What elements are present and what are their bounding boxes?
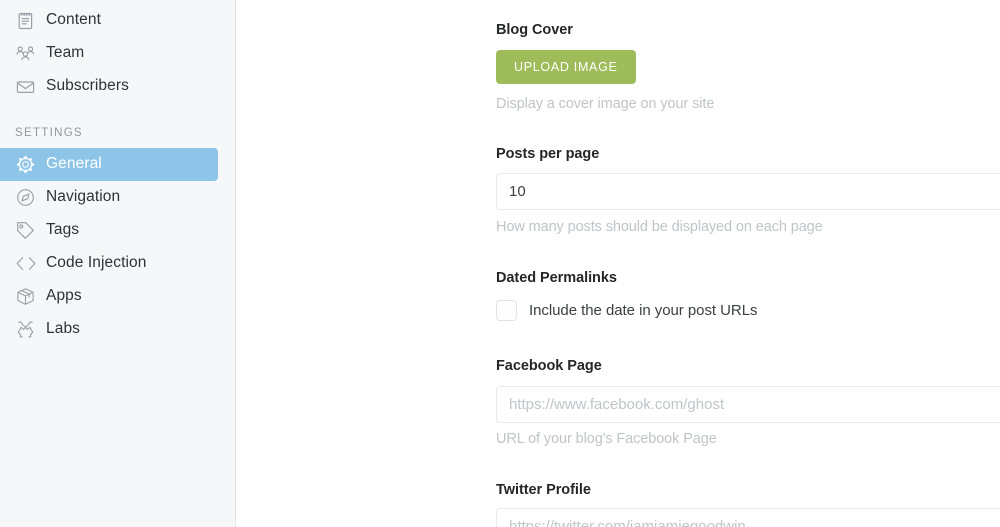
blog-cover-label: Blog Cover bbox=[496, 22, 573, 38]
sidebar-item-label: General bbox=[46, 155, 102, 173]
sidebar-settings-nav: General Navigation Tags Code Injection A… bbox=[0, 148, 235, 346]
posts-per-page-help: How many posts should be displayed on ea… bbox=[496, 219, 823, 235]
sidebar-item-code-injection[interactable]: Code Injection bbox=[0, 247, 218, 280]
twitter-profile-input[interactable] bbox=[496, 508, 1000, 527]
gear-icon bbox=[15, 154, 36, 175]
sidebar-item-label: Navigation bbox=[46, 188, 121, 206]
sidebar-item-tags[interactable]: Tags bbox=[0, 214, 218, 247]
facebook-page-input[interactable] bbox=[496, 386, 1000, 423]
dated-permalinks-checkbox[interactable] bbox=[496, 300, 517, 321]
settings-page: Content Team Subscribers SETTINGS Genera… bbox=[0, 0, 1000, 527]
sidebar-item-apps[interactable]: Apps bbox=[0, 280, 218, 313]
sidebar-item-label: Code Injection bbox=[46, 254, 147, 272]
sidebar-primary-nav: Content Team Subscribers bbox=[0, 4, 235, 103]
sidebar-section-title: SETTINGS bbox=[15, 127, 83, 139]
upload-image-button[interactable]: UPLOAD IMAGE bbox=[496, 50, 636, 84]
sidebar-item-team[interactable]: Team bbox=[0, 37, 218, 70]
compass-icon bbox=[15, 187, 36, 208]
sidebar-item-label: Tags bbox=[46, 221, 80, 239]
settings-content: Blog Cover UPLOAD IMAGE Display a cover … bbox=[236, 0, 1000, 527]
subscribers-icon bbox=[15, 76, 36, 97]
sidebar-item-content[interactable]: Content bbox=[0, 4, 218, 37]
sidebar-item-navigation[interactable]: Navigation bbox=[0, 181, 218, 214]
sidebar-item-labs[interactable]: Labs bbox=[0, 313, 218, 346]
dated-permalinks-checkbox-label: Include the date in your post URLs bbox=[529, 302, 758, 319]
blog-cover-help: Display a cover image on your site bbox=[496, 96, 715, 112]
content-icon bbox=[15, 10, 36, 31]
team-icon bbox=[15, 43, 36, 64]
sidebar: Content Team Subscribers SETTINGS Genera… bbox=[0, 0, 236, 527]
tag-icon bbox=[15, 220, 36, 241]
facebook-page-help: URL of your blog's Facebook Page bbox=[496, 431, 717, 447]
posts-per-page-input-wrap: ▲ ▼ bbox=[496, 173, 1000, 210]
facebook-page-label: Facebook Page bbox=[496, 358, 602, 374]
posts-per-page-input[interactable] bbox=[496, 173, 1000, 210]
sidebar-item-subscribers[interactable]: Subscribers bbox=[0, 70, 218, 103]
sidebar-item-label: Labs bbox=[46, 320, 81, 338]
sidebar-item-label: Content bbox=[46, 11, 101, 29]
posts-per-page-label: Posts per page bbox=[496, 146, 600, 162]
twitter-profile-label: Twitter Profile bbox=[496, 482, 591, 498]
box-icon bbox=[15, 286, 36, 307]
sidebar-item-label: Team bbox=[46, 44, 85, 62]
dated-permalinks-label: Dated Permalinks bbox=[496, 270, 617, 286]
sidebar-item-label: Apps bbox=[46, 287, 82, 305]
tools-icon bbox=[15, 319, 36, 340]
sidebar-item-general[interactable]: General bbox=[0, 148, 218, 181]
sidebar-item-label: Subscribers bbox=[46, 77, 129, 95]
dated-permalinks-checkbox-row[interactable]: Include the date in your post URLs bbox=[496, 300, 757, 321]
code-brackets-icon bbox=[15, 253, 36, 274]
